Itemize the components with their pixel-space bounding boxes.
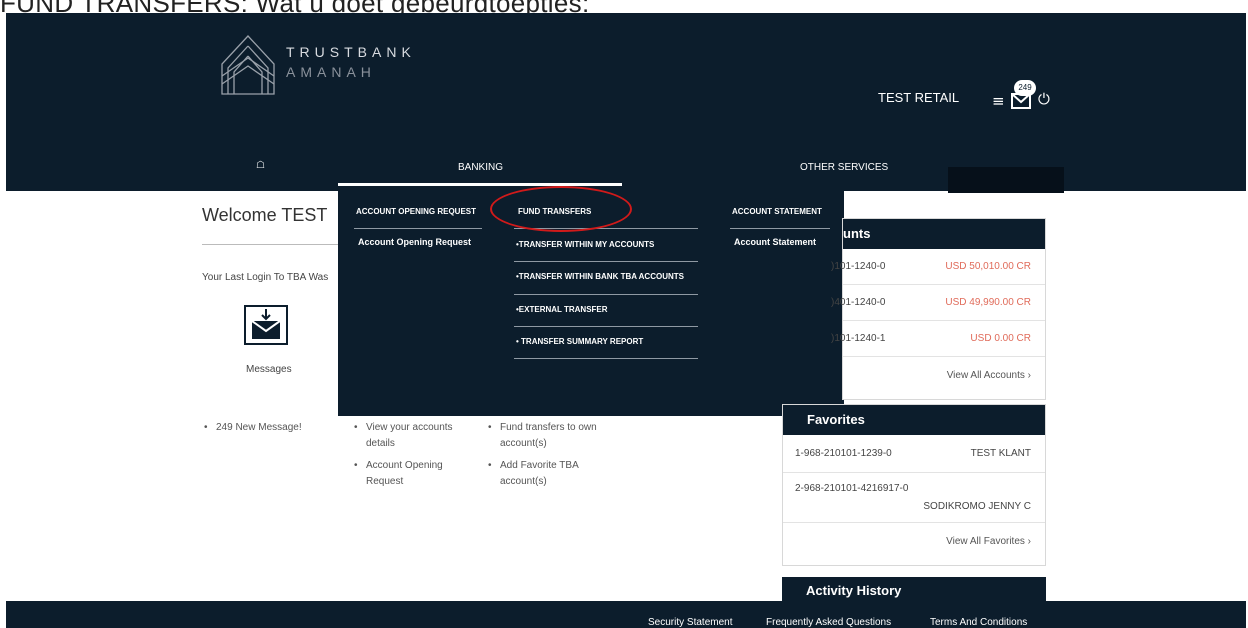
bank-logo[interactable]: TRUSTBANK AMANAH: [218, 34, 458, 96]
logo-mark-icon: [221, 35, 275, 95]
messages-label[interactable]: Messages: [246, 364, 292, 375]
menu-item-transfer-summary-report[interactable]: • TRANSFER SUMMARY REPORT: [516, 337, 643, 346]
transfers-list: Fund transfers to own account(s) Add Fav…: [486, 420, 606, 496]
mail-count-badge: 249: [1014, 80, 1036, 96]
divider: [514, 294, 698, 295]
favorites-panel: Favorites 1-968-210101-1239-0 TEST KLANT…: [782, 404, 1046, 566]
view-all-favorites-link[interactable]: View All Favorites ›: [783, 523, 1045, 561]
messages-icon[interactable]: [244, 305, 288, 345]
menu-icon[interactable]: ≡: [992, 92, 1005, 110]
redacted-block: [948, 167, 1064, 193]
panel-title[interactable]: Activity History: [782, 577, 1046, 603]
divider: [202, 244, 342, 245]
power-icon[interactable]: ⏻: [1038, 90, 1050, 108]
list-item[interactable]: View your accounts details: [352, 420, 474, 452]
user-name[interactable]: TEST RETAIL: [878, 90, 959, 105]
footer-link-security[interactable]: Security Statement: [648, 617, 732, 628]
account-balance: USD 50,010.00 CR: [945, 261, 1031, 272]
welcome-title: Welcome TEST: [202, 205, 328, 225]
table-row[interactable]: )101-1240-1 USD 0.00 CR: [831, 321, 1045, 357]
table-row[interactable]: 2-968-210101-4216917-0 SODIKROMO JENNY C: [783, 473, 1045, 523]
messages-list: 249 New Message!: [202, 420, 332, 442]
menu-item-transfer-within-my-accounts[interactable]: •TRANSFER WITHIN MY ACCOUNTS: [516, 240, 654, 249]
nav-other-services[interactable]: OTHER SERVICES: [800, 162, 888, 173]
site-header: [6, 13, 1246, 191]
panel-title: Favorites: [783, 405, 1045, 435]
account-number: )101-1240-0: [831, 261, 886, 272]
footer-link-faq[interactable]: Frequently Asked Questions: [766, 617, 891, 628]
menu-heading-account-statement[interactable]: ACCOUNT STATEMENT: [732, 207, 822, 216]
brand-subname: AMANAH: [286, 64, 376, 80]
menu-item-external-transfer[interactable]: •EXTERNAL TRANSFER: [516, 305, 608, 314]
menu-item-account-statement[interactable]: Account Statement: [734, 237, 816, 247]
divider: [354, 228, 482, 229]
account-number: )401-1240-0: [831, 297, 886, 308]
view-all-accounts-link[interactable]: View All Accounts ›: [843, 357, 1045, 395]
favorite-name: TEST KLANT: [970, 448, 1031, 459]
menu-item-transfer-within-bank[interactable]: •TRANSFER WITHIN BANK TBA ACCOUNTS: [516, 272, 684, 281]
account-balance: USD 0.00 CR: [970, 333, 1031, 344]
list-item[interactable]: Account Opening Request: [352, 458, 474, 490]
menu-heading-account-opening[interactable]: ACCOUNT OPENING REQUEST: [356, 207, 476, 216]
brand-name: TRUSTBANK: [286, 44, 416, 60]
divider: [514, 358, 698, 359]
menu-item-account-opening-request[interactable]: Account Opening Request: [358, 237, 471, 247]
active-nav-indicator: [338, 183, 622, 186]
table-row[interactable]: )401-1240-0 USD 49,990.00 CR: [831, 285, 1045, 321]
table-row[interactable]: 1-968-210101-1239-0 TEST KLANT: [783, 435, 1045, 473]
nav-banking[interactable]: BANKING: [458, 162, 503, 173]
panel-title: unts: [843, 219, 1045, 249]
favorite-account: 1-968-210101-1239-0: [795, 448, 892, 459]
footer-link-terms[interactable]: Terms And Conditions: [930, 617, 1027, 628]
account-balance: USD 49,990.00 CR: [945, 297, 1031, 308]
divider: [514, 261, 698, 262]
divider: [514, 326, 698, 327]
last-login-text: Your Last Login To TBA Was: [202, 272, 329, 283]
accounts-list: View your accounts details Account Openi…: [352, 420, 474, 496]
divider: [730, 228, 830, 229]
activity-history-panel: Activity History: [782, 577, 1046, 603]
highlight-circle: [490, 186, 632, 232]
list-item[interactable]: 249 New Message!: [202, 420, 332, 436]
site-footer: Security Statement Frequently Asked Ques…: [6, 601, 1246, 628]
table-row[interactable]: )101-1240-0 USD 50,010.00 CR: [831, 249, 1045, 285]
list-item[interactable]: Add Favorite TBA account(s): [486, 458, 606, 490]
favorite-account: 2-968-210101-4216917-0: [795, 483, 909, 494]
list-item[interactable]: Fund transfers to own account(s): [486, 420, 606, 452]
home-icon[interactable]: ☖: [256, 160, 265, 171]
favorite-name: SODIKROMO JENNY C: [923, 501, 1031, 512]
account-number: )101-1240-1: [831, 333, 886, 344]
accounts-panel: unts )101-1240-0 USD 50,010.00 CR )401-1…: [831, 218, 1046, 400]
